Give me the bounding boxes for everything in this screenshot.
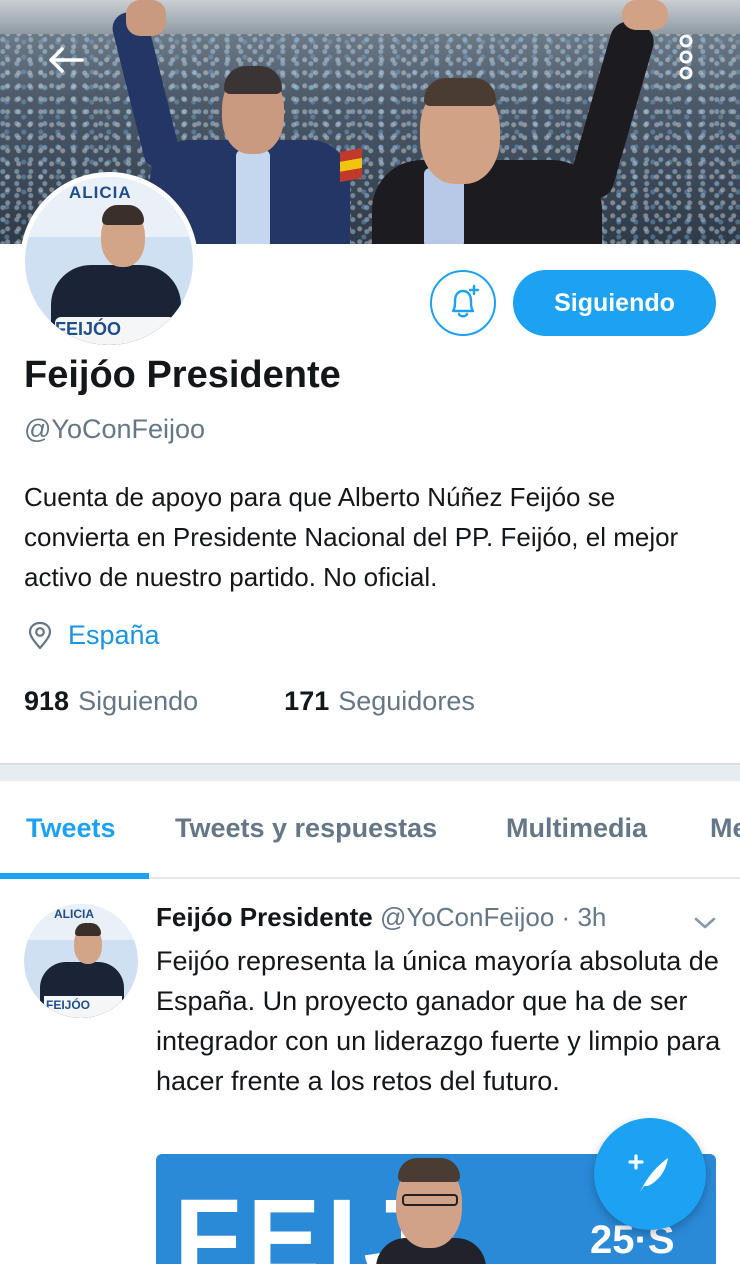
banner-flag xyxy=(340,148,362,182)
profile-handle: @YoConFeijoo xyxy=(24,414,206,444)
following-count: 918 xyxy=(24,686,70,716)
bell-plus-icon xyxy=(451,284,480,318)
profile-tabs: Tweets Tweets y respuestas Multimedia Me xyxy=(0,781,740,879)
tweet-avatar[interactable]: ALICIA FEIJÓO xyxy=(24,904,138,1018)
more-options-button[interactable] xyxy=(664,30,708,84)
section-divider xyxy=(0,763,740,781)
followers-stat[interactable]: 171 Seguidores xyxy=(284,686,475,717)
followers-label: Seguidores xyxy=(338,686,475,716)
tweet-avatar-sign-text: ALICIA xyxy=(54,907,94,921)
avatar-hair xyxy=(102,205,144,225)
banner-person-hand xyxy=(126,0,166,36)
media-person-hair xyxy=(398,1158,460,1182)
avatar-podium-text: FEIJÓO xyxy=(55,319,122,339)
tab-tweets-and-replies[interactable]: Tweets y respuestas xyxy=(175,813,437,844)
tweet-author-name[interactable]: Feijóo Presidente xyxy=(156,902,373,932)
profile-avatar[interactable]: ALICIA FEIJÓO xyxy=(20,172,198,350)
banner-person-hair xyxy=(224,66,282,94)
tweet-separator: · xyxy=(561,902,571,932)
banner-person2-hair xyxy=(424,78,496,106)
tweet-author-handle[interactable]: @YoConFeijoo xyxy=(380,902,554,932)
arrow-left-icon xyxy=(49,47,84,73)
tweet-text: Feijóo representa la única mayoría absol… xyxy=(156,946,721,1096)
profile-display-name: Feijóo Presidente xyxy=(24,354,341,396)
banner-person-shirt xyxy=(236,150,270,244)
tweet-menu-button[interactable] xyxy=(690,912,720,934)
followers-count: 171 xyxy=(284,686,330,716)
avatar-sign-text: ALICIA xyxy=(69,183,132,202)
tweet-avatar-hair xyxy=(75,923,101,936)
back-button[interactable] xyxy=(40,38,92,82)
tweet-avatar-podium-text: FEIJÓO xyxy=(46,998,91,1012)
following-button[interactable]: Siguiendo xyxy=(513,270,716,336)
profile-location: España xyxy=(26,620,160,651)
media-person-glasses xyxy=(402,1194,458,1206)
tab-likes[interactable]: Me xyxy=(710,813,740,844)
location-pin-icon xyxy=(28,621,52,649)
compose-tweet-icon xyxy=(628,1154,668,1192)
banner-person2-hand xyxy=(622,0,668,30)
compose-tweet-button[interactable] xyxy=(594,1118,706,1230)
tweet-header: Feijóo Presidente @YoConFeijoo · 3h xyxy=(156,902,606,933)
tab-tweets[interactable]: Tweets xyxy=(26,813,116,844)
location-text[interactable]: España xyxy=(68,620,160,651)
notifications-button[interactable] xyxy=(430,270,496,336)
profile-stats: 918 Siguiendo 171 Seguidores xyxy=(24,686,475,717)
chevron-down-icon xyxy=(694,917,716,929)
profile-bio: Cuenta de apoyo para que Alberto Núñez F… xyxy=(24,482,679,592)
tweet-time[interactable]: 3h xyxy=(577,902,606,932)
more-vertical-icon xyxy=(679,34,693,80)
following-label: Siguiendo xyxy=(78,686,199,716)
following-stat[interactable]: 918 Siguiendo xyxy=(24,686,198,717)
tab-media[interactable]: Multimedia xyxy=(506,813,647,844)
active-tab-indicator xyxy=(0,873,149,879)
